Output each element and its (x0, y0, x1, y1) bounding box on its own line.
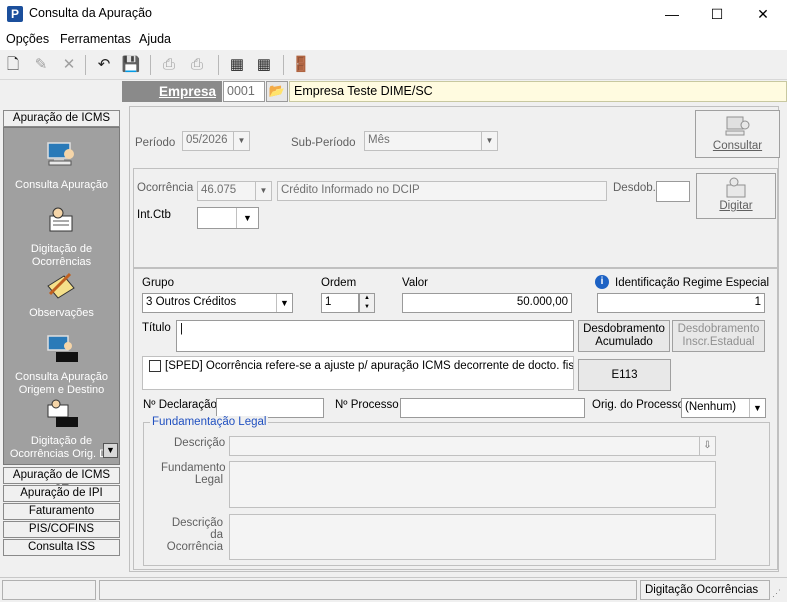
e113-button[interactable]: E113 (578, 359, 671, 391)
typing-difal-icon[interactable] (44, 399, 78, 429)
edit-icon[interactable]: ✎ (30, 54, 52, 76)
ordem-field[interactable]: 1 (321, 293, 359, 313)
digitar-button[interactable]: Digitar (696, 173, 776, 219)
periodo-select[interactable]: 05/2026 ▼ (182, 131, 250, 151)
status-panel-right: Digitação Ocorrências (640, 580, 770, 600)
toolbar (0, 50, 787, 80)
grupo-label: Grupo (142, 277, 174, 289)
close-button[interactable]: ✕ (741, 0, 785, 28)
scroll-down-button[interactable]: ▼ (103, 443, 118, 458)
calculator-icon[interactable]: ▦ (226, 54, 248, 76)
print-preview-icon[interactable]: ⎙ (186, 54, 208, 76)
declaracao-field[interactable] (216, 398, 324, 418)
intctb-select[interactable]: ▼ (197, 207, 259, 229)
descricao-label: Descrição (174, 437, 226, 449)
empresa-name-field: Empresa Teste DIME/SC (289, 81, 787, 102)
descricao-select[interactable]: ⇩ (229, 436, 716, 456)
empresa-code-field[interactable]: 0001 (223, 81, 265, 102)
digitar-label: Digitar (719, 200, 753, 212)
valor-label: Valor (402, 277, 428, 289)
sidebar-tab-ipi[interactable]: Apuração de IPI (3, 485, 120, 502)
app-logo-icon: P (7, 6, 23, 22)
menu-ferramentas[interactable]: Ferramentas (60, 32, 131, 46)
toolbar-separator (85, 55, 86, 75)
undo-icon[interactable]: ↶ (93, 54, 115, 76)
periodo-label: Período (135, 137, 176, 149)
desdobramento-inscr-estadual-button[interactable]: Desdobramento Inscr.Estadual (672, 320, 765, 352)
descricao-ocorrencia-label: Descrição da Ocorrência (166, 517, 223, 553)
desdobramento-acumulado-button[interactable]: Desdobramento Acumulado (578, 320, 670, 352)
consultar-label: Consultar (712, 140, 763, 152)
minimize-button[interactable]: — (650, 0, 694, 28)
ordem-label: Ordem (321, 277, 357, 289)
exit-door-icon[interactable]: 🚪 (290, 54, 312, 76)
fundamentacao-legend: Fundamentação Legal (150, 416, 269, 428)
ident-regime-field[interactable]: 1 (597, 293, 765, 313)
valor-field[interactable]: 50.000,00 (402, 293, 572, 313)
status-panel-2 (99, 580, 637, 600)
delete-icon[interactable]: ✕ (58, 54, 80, 76)
descricao-ocorrencia-field[interactable] (229, 514, 716, 560)
info-icon[interactable]: i (595, 275, 609, 289)
sidebar-item-digitacao-ocorrencias[interactable]: Digitação de Ocorrências (3, 243, 120, 269)
typing-document-icon (726, 177, 746, 198)
sped-checkbox[interactable] (149, 360, 161, 372)
sidebar-tab-icms-st[interactable]: Apuração de ICMS ST (3, 467, 120, 496)
titulo-field[interactable]: | (176, 320, 574, 352)
processo-field[interactable] (400, 398, 585, 418)
difal-calculator-icon[interactable]: ▦ (253, 54, 275, 76)
ocorrencia-description-field: Crédito Informado no DCIP (277, 181, 607, 201)
sidebar-item-consulta-apuracao[interactable]: Consulta Apuração (3, 179, 120, 192)
print-icon[interactable]: ⎙ (158, 54, 180, 76)
fundamento-legal-field[interactable] (229, 461, 716, 508)
resize-grip-icon[interactable]: ⋰ (772, 588, 781, 599)
sidebar-tab-faturamento[interactable]: Faturamento (3, 503, 120, 520)
save-icon[interactable]: 💾 (120, 54, 142, 76)
menu-ajuda[interactable]: Ajuda (139, 32, 171, 46)
ordem-spinner[interactable]: ▲ ▼ (359, 293, 375, 313)
sidebar-tab-apuracao-icms[interactable]: Apuração de ICMS (3, 110, 120, 127)
window-title: Consulta da Apuração (29, 6, 153, 20)
folder-open-icon[interactable]: 📂 (266, 81, 288, 102)
ident-regime-label: Identificação Regime Especial (615, 277, 770, 289)
titulo-label: Título (142, 322, 171, 334)
grupo-select[interactable]: 3 Outros Créditos ▼ (142, 293, 293, 313)
declaracao-label: Nº Declaração (143, 399, 217, 411)
sidebar-item-consulta-origem-destino[interactable]: Consulta Apuração Origem e Destino (3, 371, 120, 397)
typing-document-icon[interactable] (44, 206, 78, 236)
sidebar-item-observacoes[interactable]: Observações (3, 307, 120, 320)
toolbar-separator (218, 55, 219, 75)
toolbar-separator (283, 55, 284, 75)
ocorrencia-label: Ocorrência (137, 182, 194, 194)
status-panel-1 (2, 580, 96, 600)
desdob-label: Desdob. (613, 182, 656, 194)
desdob-field[interactable] (656, 181, 690, 202)
computer-difal-icon[interactable] (44, 334, 78, 364)
orig-processo-label: Orig. do Processo (592, 399, 685, 411)
computer-user-icon (725, 116, 749, 136)
toolbar-separator (150, 55, 151, 75)
new-document-icon[interactable]: 🗋 (2, 54, 24, 76)
empresa-label: Empresa (122, 81, 222, 102)
sidebar-tab-consulta-iss[interactable]: Consulta ISS (3, 539, 120, 556)
orig-processo-select[interactable]: (Nenhum) ▼ (681, 398, 766, 418)
consultar-button[interactable]: Consultar (695, 110, 780, 158)
processo-label: Nº Processo (335, 399, 399, 411)
sped-checkbox-label: [SPED] Ocorrência refere-se a ajuste p/ … (165, 360, 573, 372)
ocorrencia-code-select[interactable]: 46.075 ▼ (197, 181, 272, 201)
computer-user-icon[interactable] (44, 140, 78, 170)
maximize-button[interactable]: ☐ (695, 0, 739, 28)
sidebar-tab-pis-cofins[interactable]: PIS/COFINS (3, 521, 120, 538)
subperiodo-label: Sub-Período (291, 137, 356, 149)
notes-pencil-icon[interactable] (44, 270, 78, 300)
subperiodo-select[interactable]: Mês ▼ (364, 131, 498, 151)
intctb-label: Int.Ctb (137, 209, 171, 221)
fundamento-legal-label: Fundamento Legal (161, 462, 226, 486)
menu-opcoes[interactable]: Opções (6, 32, 49, 46)
